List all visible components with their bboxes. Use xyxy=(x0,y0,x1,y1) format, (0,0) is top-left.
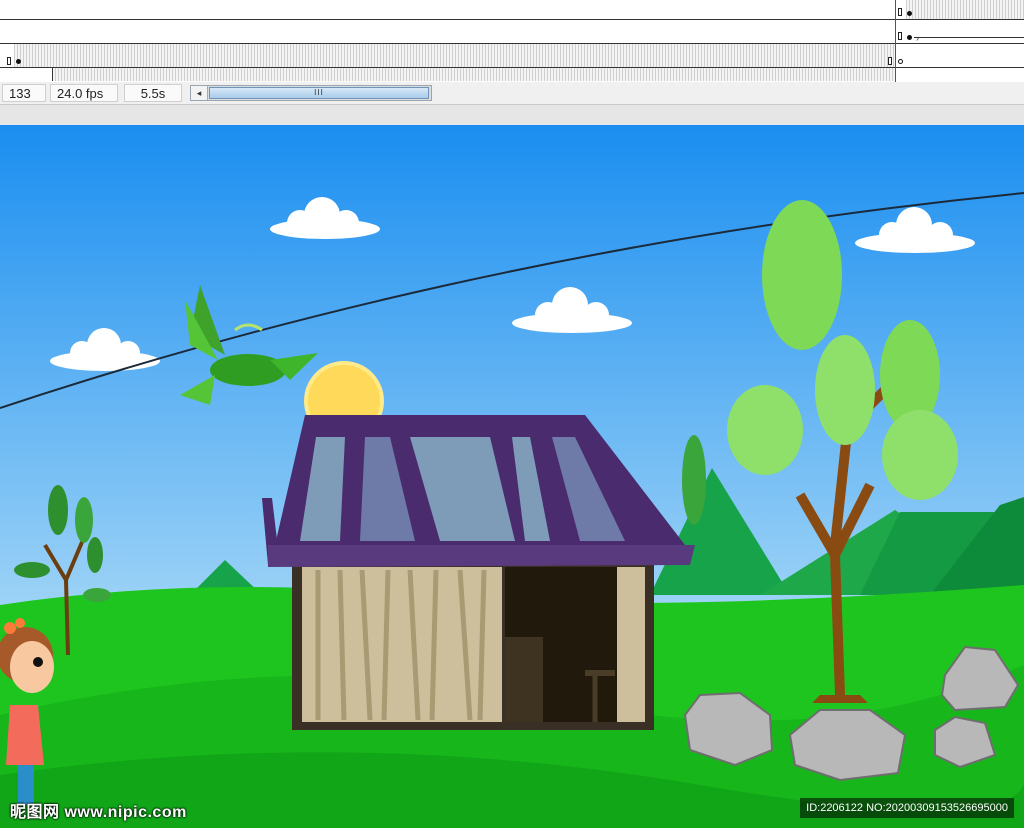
current-frame: 133 xyxy=(2,84,46,102)
timeline-frames-layer-4[interactable] xyxy=(52,68,896,81)
keyframe-icon[interactable] xyxy=(898,8,902,16)
stage-pasteboard xyxy=(0,105,1024,125)
watermark-id: ID:2206122 NO:20200309153526695000 xyxy=(800,798,1014,818)
dot-icon xyxy=(16,59,21,64)
scroll-thumb[interactable]: III xyxy=(209,87,429,99)
timeline-panel[interactable]: › xyxy=(0,0,1024,82)
tween-arrow-line xyxy=(914,37,1024,38)
watermark-site: 昵图网 www.nipic.com xyxy=(10,804,187,821)
layer-divider xyxy=(0,19,1024,20)
timeline-frames-layer-3[interactable] xyxy=(14,44,896,67)
tween-arrow-icon: › xyxy=(916,33,919,43)
keyframe-icon[interactable] xyxy=(898,32,902,40)
keyframe-icon[interactable] xyxy=(7,57,11,65)
playhead-marker[interactable] xyxy=(52,68,53,81)
timeline-status-bar: 133 24.0 fps 5.5s xyxy=(0,82,1024,105)
timeline-frames-layer-1[interactable] xyxy=(906,0,1024,19)
stage-canvas[interactable] xyxy=(0,125,1024,828)
dot-icon xyxy=(907,11,912,16)
scene-illustration xyxy=(0,125,1024,828)
timeline-horizontal-scrollbar[interactable]: ◂ III xyxy=(190,85,432,101)
bush xyxy=(682,435,706,525)
dot-icon xyxy=(907,35,912,40)
frame-column-divider xyxy=(895,0,896,82)
keyframe-icon[interactable] xyxy=(888,57,892,65)
scroll-left-arrow-icon[interactable]: ◂ xyxy=(191,86,208,100)
ring-icon xyxy=(898,59,903,64)
frame-rate: 24.0 fps xyxy=(50,84,118,102)
elapsed-time: 5.5s xyxy=(124,84,182,102)
